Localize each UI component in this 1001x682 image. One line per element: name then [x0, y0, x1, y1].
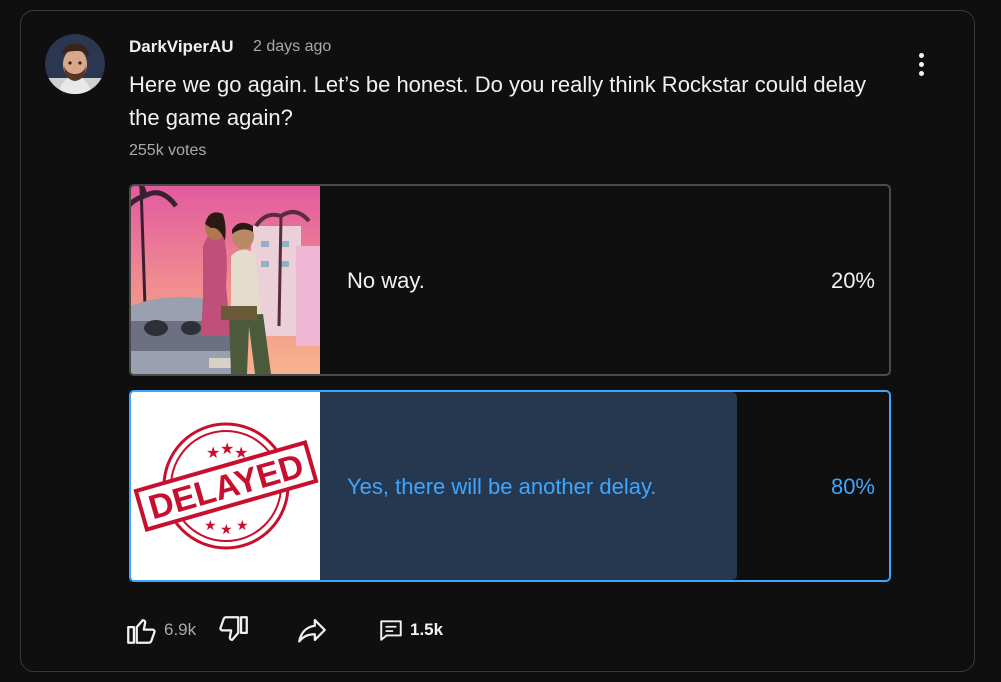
avatar[interactable]: [45, 34, 105, 94]
comments-button[interactable]: 1.5k: [378, 610, 443, 650]
action-bar: 6.9k 1.5k: [124, 610, 524, 650]
poll-option-1[interactable]: No way. 20%: [129, 184, 891, 376]
poll-option-2[interactable]: ★ ★ ★ ★ ★ ★ DELAYED Yes, there will be a…: [129, 390, 891, 582]
like-button[interactable]: 6.9k: [124, 610, 196, 650]
avatar-image: [45, 34, 105, 94]
poll-option-1-percent: 20%: [830, 268, 875, 293]
poll-option-2-percent: 80%: [830, 474, 875, 499]
svg-text:★: ★: [220, 522, 233, 538]
post-time[interactable]: 2 days ago: [253, 38, 331, 56]
poll-option-1-label: No way.: [347, 268, 425, 293]
share-button[interactable]: [295, 610, 329, 650]
more-vert-icon[interactable]: [911, 50, 931, 80]
like-count: 6.9k: [164, 620, 197, 639]
delayed-stamp: ★ ★ ★ ★ ★ ★ DELAYED: [131, 392, 320, 580]
dislike-button[interactable]: [217, 610, 251, 650]
share-icon: [298, 618, 326, 643]
svg-text:★: ★: [204, 518, 217, 534]
svg-text:★: ★: [220, 439, 234, 458]
thumb-down-icon: [219, 616, 248, 642]
author-name[interactable]: DarkViperAU: [129, 37, 234, 57]
post-text: Here we go again. Let’s be honest. Do yo…: [129, 72, 867, 130]
comment-icon: [380, 620, 402, 641]
comment-count: 1.5k: [410, 620, 444, 639]
svg-text:★: ★: [236, 518, 249, 534]
vote-count: 255k votes: [129, 142, 207, 159]
thumb-up-icon: [127, 618, 156, 644]
svg-text:★: ★: [206, 443, 220, 462]
gta-vi-artwork: [131, 186, 320, 374]
poll-option-2-label: Yes, there will be another delay.: [347, 474, 657, 499]
